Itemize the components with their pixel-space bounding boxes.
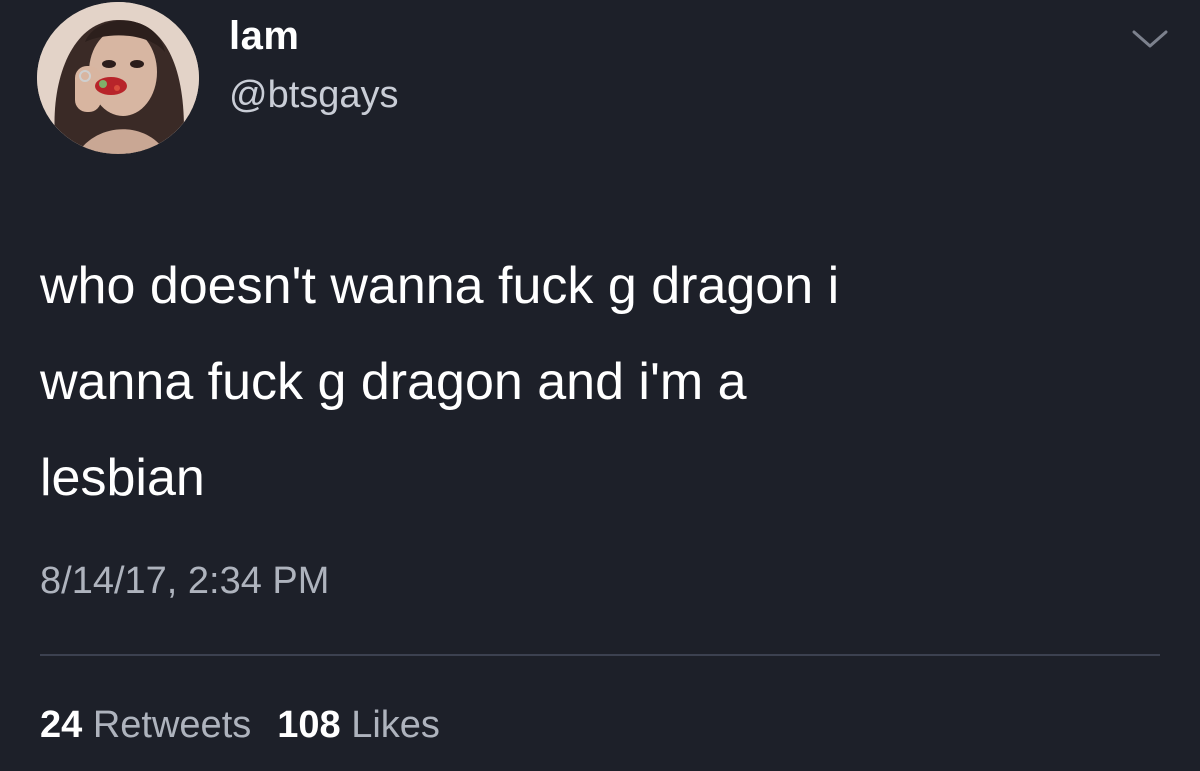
user-handle[interactable]: @btsgays — [229, 74, 399, 117]
retweets-stat[interactable]: 24 Retweets — [40, 704, 251, 746]
retweets-count: 24 — [40, 704, 83, 746]
profile-photo-icon — [37, 2, 199, 154]
tweet-text: who doesn't wanna fuck g dragon i wanna … — [40, 257, 840, 507]
avatar[interactable] — [37, 2, 199, 154]
tweet-stats: 24 Retweets 108 Likes — [40, 704, 440, 747]
chevron-down-icon[interactable] — [1130, 26, 1170, 52]
retweets-label: Retweets — [92, 704, 252, 746]
display-name[interactable]: lam — [229, 14, 299, 59]
tweet-card: lam @btsgays who doesn't wanna fuck g dr… — [0, 0, 1200, 771]
divider — [40, 654, 1160, 656]
likes-count: 108 — [277, 704, 341, 746]
tweet-timestamp[interactable]: 8/14/17, 2:34 PM — [40, 560, 329, 603]
likes-stat[interactable]: 108 Likes — [277, 704, 440, 746]
likes-label: Likes — [351, 704, 440, 746]
